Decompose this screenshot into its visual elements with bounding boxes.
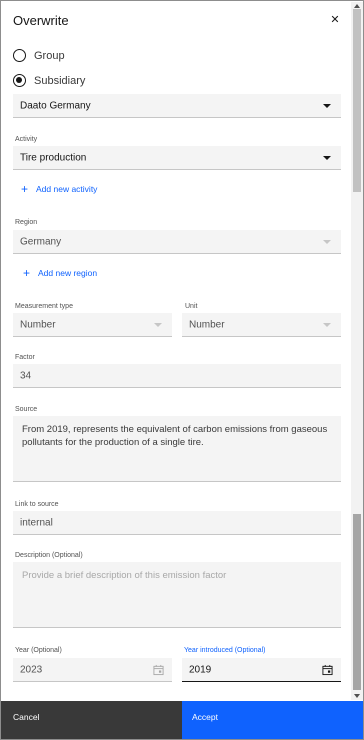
factor-value: 34	[20, 370, 32, 381]
factor-label: Factor	[15, 354, 35, 361]
measurement-type-value: Number	[20, 319, 56, 330]
chevron-down-icon	[323, 322, 331, 327]
chevron-down-icon	[323, 103, 331, 108]
calendar-icon[interactable]	[153, 664, 164, 675]
region-select[interactable]: Germany	[13, 230, 341, 254]
activity-value: Tire production	[20, 152, 87, 163]
calendar-icon[interactable]	[322, 664, 333, 675]
source-textarea[interactable]: From 2019, represents the equivalent of …	[13, 416, 341, 482]
add-new-region-label: Add new region	[38, 268, 98, 278]
year-datepicker[interactable]: 2023	[13, 658, 172, 682]
description-textarea[interactable]: Provide a brief description of this emis…	[13, 562, 341, 628]
subsidiary-select[interactable]: Daato Germany	[13, 94, 341, 118]
scrollbar-thumb[interactable]	[353, 9, 361, 192]
scrollbar[interactable]	[351, 2, 363, 700]
source-value: From 2019, represents the equivalent of …	[22, 424, 328, 448]
link-to-source-label: Link to source	[15, 501, 59, 508]
radio-subsidiary-label: Subsidiary	[34, 74, 86, 87]
add-new-region-link[interactable]: + Add new region	[23, 266, 98, 280]
unit-select[interactable]: Number	[182, 313, 341, 337]
add-new-activity-link[interactable]: + Add new activity	[21, 182, 98, 196]
plus-icon: +	[21, 182, 29, 196]
activity-label: Activity	[15, 136, 38, 143]
link-to-source-input[interactable]: internal	[13, 511, 341, 535]
year-introduced-datepicker[interactable]: 2019	[182, 658, 341, 682]
activity-select[interactable]: Tire production	[13, 146, 341, 170]
radio-unchecked-icon[interactable]	[13, 49, 26, 62]
link-to-source-value: internal	[20, 517, 53, 528]
region-value: Germany	[20, 236, 62, 247]
year-introduced-value: 2019	[189, 664, 212, 675]
add-new-activity-label: Add new activity	[36, 184, 98, 194]
measurement-type-label: Measurement type	[15, 303, 73, 310]
accept-button[interactable]: Accept	[182, 701, 363, 739]
year-value: 2023	[20, 664, 43, 675]
cancel-button[interactable]: Cancel	[1, 701, 182, 739]
factor-input[interactable]: 34	[13, 364, 341, 388]
radio-group-option[interactable]: Group	[13, 49, 65, 62]
region-label: Region	[15, 219, 38, 226]
chevron-down-icon	[323, 155, 331, 160]
scroll-up-icon[interactable]	[354, 4, 360, 8]
dialog-footer: Cancel Accept	[1, 701, 363, 739]
plus-icon: +	[23, 266, 31, 280]
subsidiary-value: Daato Germany	[20, 100, 91, 111]
radio-subsidiary-option[interactable]: Subsidiary	[13, 74, 85, 87]
description-placeholder: Provide a brief description of this emis…	[22, 570, 227, 581]
chevron-down-icon	[323, 239, 331, 244]
source-label: Source	[15, 406, 38, 413]
scroll-down-icon[interactable]	[354, 694, 360, 698]
measurement-type-select[interactable]: Number	[13, 313, 172, 337]
unit-label: Unit	[185, 303, 198, 310]
scrollbar-track-highlight	[353, 514, 361, 690]
dialog-header: Overwrite ✕	[1, 1, 363, 41]
radio-group-label: Group	[34, 49, 65, 62]
description-label: Description (Optional)	[15, 552, 83, 559]
dialog-title: Overwrite	[13, 13, 69, 28]
year-introduced-label: Year introduced (Optional)	[184, 647, 266, 654]
overwrite-dialog: Overwrite ✕ Group Subsidiary Daato Germa…	[0, 0, 364, 740]
radio-checked-icon[interactable]	[13, 74, 26, 87]
close-icon[interactable]: ✕	[329, 13, 341, 27]
unit-value: Number	[189, 319, 225, 330]
year-label: Year (Optional)	[15, 647, 62, 654]
chevron-down-icon	[154, 322, 162, 327]
